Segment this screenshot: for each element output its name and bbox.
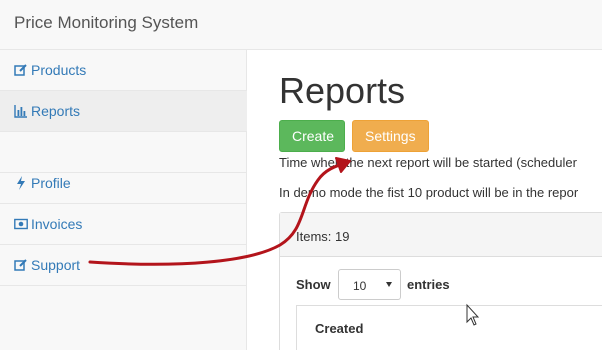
items-count: Items: 19: [296, 229, 350, 244]
entries-label: entries: [407, 277, 450, 292]
caret-down-icon: [386, 282, 392, 287]
page-title: Reports: [279, 70, 406, 111]
sidebar-item-label: Support: [31, 257, 81, 273]
top-navbar: Price Monitoring System: [0, 0, 602, 50]
sidebar: Products Reports Profile Invoices Suppor…: [0, 50, 247, 350]
page-size-select[interactable]: 10: [338, 269, 401, 300]
sidebar-item-profile[interactable]: Profile: [0, 163, 247, 204]
app-title[interactable]: Price Monitoring System: [14, 13, 198, 33]
demo-info-text: In demo mode the fist 10 product will be…: [279, 185, 579, 200]
sidebar-item-reports[interactable]: Reports: [0, 91, 247, 132]
panel-heading: Items: 19: [280, 213, 602, 257]
sidebar-item-label: Invoices: [31, 216, 83, 232]
page-size-value: 10: [353, 279, 367, 293]
main-content: Reports Create Settings Time when the ne…: [248, 70, 602, 350]
sidebar-item-support[interactable]: Support: [0, 245, 247, 286]
create-button[interactable]: Create: [279, 120, 345, 152]
reports-panel: Items: 19 Show 10 entries Created: [279, 212, 602, 350]
sidebar-item-label: Reports: [31, 103, 81, 119]
table-header: Created: [296, 305, 602, 350]
scheduler-info-text: Time when the next report will be starte…: [279, 155, 577, 170]
money-icon: [14, 216, 28, 232]
edit-icon: [14, 62, 28, 78]
column-header-created[interactable]: Created: [315, 321, 363, 336]
settings-button[interactable]: Settings: [352, 120, 429, 152]
show-label: Show: [296, 277, 331, 292]
sidebar-item-label: Profile: [31, 175, 71, 191]
edit-icon: [14, 257, 28, 273]
sidebar-item-label: Products: [31, 62, 87, 78]
lightning-icon: [14, 175, 28, 191]
bar-chart-icon: [14, 103, 28, 119]
sidebar-item-invoices[interactable]: Invoices: [0, 204, 247, 245]
sidebar-item-products[interactable]: Products: [0, 50, 247, 91]
